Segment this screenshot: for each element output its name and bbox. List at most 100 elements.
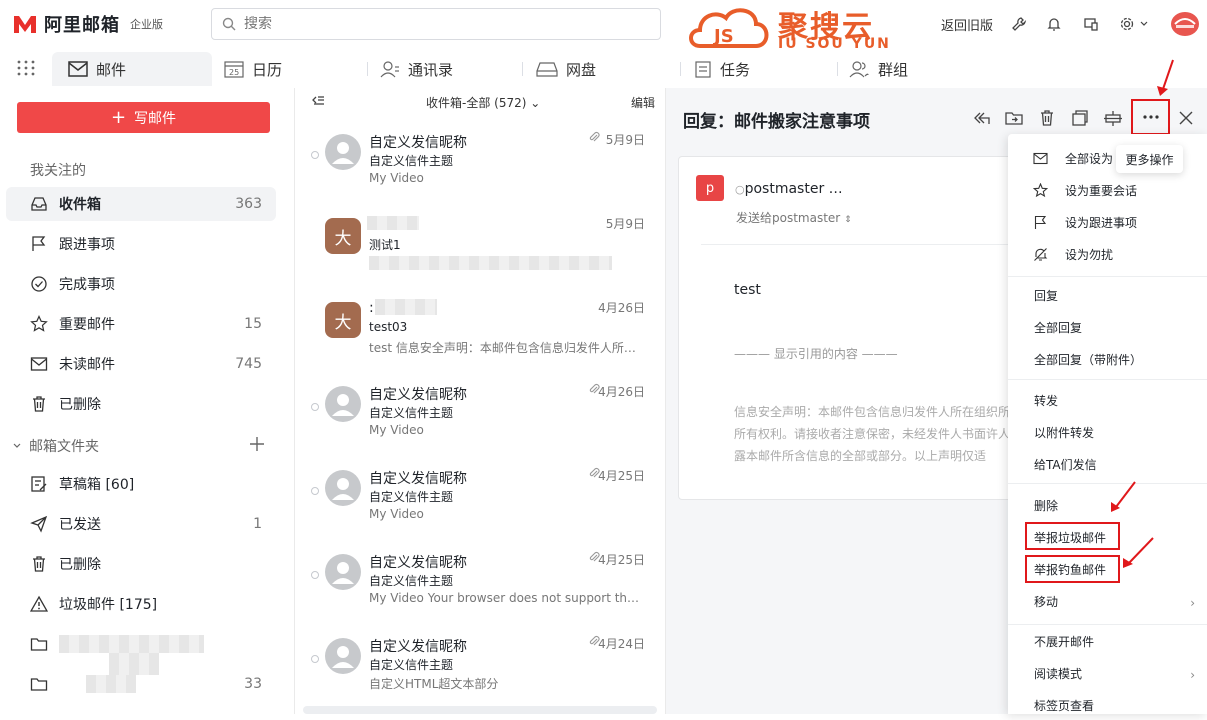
mail-list-item[interactable]: 自定义发信昵称 自定义信件主题 My Video 5月9日 (295, 88, 666, 185)
add-folder-icon[interactable] (249, 436, 265, 452)
sidebar-item-custom-folder[interactable] (6, 627, 276, 675)
compose-button[interactable]: + 写邮件 (17, 102, 270, 133)
tab-contacts[interactable]: 通讯录 (380, 52, 453, 86)
avatar (325, 134, 361, 170)
tab-calendar[interactable]: 25 日历 (224, 52, 282, 86)
wrench-icon[interactable] (1008, 13, 1030, 35)
sidebar-item-inbox[interactable]: 收件箱 363 (6, 187, 276, 221)
menu-item-reply[interactable]: 回复 (1008, 280, 1207, 310)
nav-divider (837, 62, 838, 76)
mail-list: 收件箱-全部 (572) ⌄ 编辑 自定义发信昵称 自定义信件主题 My Vid… (295, 88, 666, 714)
menu-item-reply-all-attach[interactable]: 全部回复（带附件） (1008, 344, 1207, 374)
mail-list-item[interactable]: 自定义发信昵称 自定义信件主题 自定义HTML超文本部分 4月24日 (295, 592, 666, 691)
unread-dot[interactable] (311, 655, 319, 663)
sidebar-item-label: 收件箱 (59, 197, 101, 213)
menu-item-forward[interactable]: 转发 (1008, 385, 1207, 415)
user-avatar[interactable] (1171, 12, 1199, 36)
menu-item-mark-important[interactable]: 设为重要会话 (1008, 175, 1207, 205)
gear-icon (1120, 17, 1134, 31)
sidebar-item-done[interactable]: 完成事项 (6, 267, 276, 301)
delete-icon[interactable] (1037, 108, 1057, 128)
avatar (325, 470, 361, 506)
menu-item-label: 转发 (1034, 393, 1059, 408)
mail-subject: 自定义信件主题 (369, 490, 454, 504)
folder-icon (30, 638, 48, 651)
sidebar-item-unread[interactable]: 未读邮件 745 (6, 347, 276, 381)
mail-list-item[interactable]: 自定义发信昵称 自定义信件主题 My Video 4月25日 (295, 424, 666, 521)
drive-icon (536, 62, 558, 77)
sidebar-item-spam[interactable]: 垃圾邮件 [175] (6, 587, 276, 621)
sidebar-item-label: 未读邮件 (59, 357, 115, 373)
tab-groups[interactable]: 群组 (848, 52, 908, 86)
devices-icon[interactable] (1080, 13, 1102, 35)
old-version-link[interactable]: 返回旧版 (941, 15, 993, 34)
mail-from-label: postmaster … (744, 181, 843, 197)
move-to-folder-icon[interactable] (1004, 108, 1024, 128)
tab-mail[interactable]: 邮件 (52, 52, 212, 86)
tab-drive[interactable]: 网盘 (536, 52, 596, 86)
bell-off-icon (1034, 248, 1048, 261)
chevron-down-icon (13, 443, 21, 448)
search-box[interactable] (211, 8, 661, 40)
mail-sender: 自定义发信昵称 (369, 387, 467, 403)
split-view-icon[interactable] (1103, 108, 1123, 128)
more-actions-button[interactable] (1131, 99, 1170, 135)
menu-item-forward-attach[interactable]: 以附件转发 (1008, 417, 1207, 447)
sidebar-item-deleted[interactable]: 已删除 (6, 387, 276, 421)
menu-item-do-not-disturb[interactable]: 设为勿扰 (1008, 239, 1207, 269)
apps-grid-icon[interactable] (16, 59, 36, 77)
close-icon[interactable] (1176, 108, 1196, 128)
bell-icon[interactable] (1043, 13, 1065, 35)
mail-list-item[interactable]: 大 : test03 test 信息安全声明：本邮件包含信息归发件人所… 4月2… (295, 256, 666, 355)
menu-item-no-expand[interactable]: 不展开邮件 (1008, 626, 1207, 656)
folder-icon (30, 678, 48, 691)
folders-section-header[interactable]: 邮箱文件夹 (12, 436, 282, 456)
menu-item-move[interactable]: 移动 › (1008, 586, 1207, 616)
mail-icon (68, 61, 88, 77)
unread-dot[interactable] (311, 403, 319, 411)
sidebar-item-drafts[interactable]: 草稿箱 [60] (6, 467, 276, 501)
mail-recipients[interactable]: 发送给postmaster ⇕ (736, 209, 852, 226)
mail-subject: 测试1 (369, 238, 401, 252)
menu-item-reply-all[interactable]: 全部回复 (1008, 312, 1207, 342)
sidebar-item-label: 垃圾邮件 [175] (59, 597, 158, 613)
avatar (325, 386, 361, 422)
contacts-icon (380, 61, 399, 78)
mail-subject: 自定义信件主题 (369, 154, 454, 168)
mail-list-item[interactable]: 大 测试1 5月9日 (295, 172, 666, 270)
mail-title: 回复：邮件搬家注意事项 (683, 112, 870, 132)
search-input[interactable] (244, 16, 624, 32)
mail-from[interactable]: ○postmaster … (735, 181, 843, 197)
sidebar-item-starred[interactable]: 重要邮件 15 (6, 307, 276, 341)
sidebar-item-followup[interactable]: 跟进事项 (6, 227, 276, 261)
menu-item-mark-followup[interactable]: 设为跟进事项 (1008, 207, 1207, 237)
tab-tasks[interactable]: 任务 (694, 52, 750, 86)
mail-list-item[interactable]: 自定义发信昵称 自定义信件主题 My Video 4月26日 (295, 340, 666, 437)
svg-text:JS: JS (712, 26, 734, 47)
menu-item-reading-mode[interactable]: 阅读模式 › (1008, 658, 1207, 688)
warning-icon (30, 595, 48, 612)
trash-icon (33, 396, 45, 412)
menu-item-mail-them[interactable]: 给TA们发信 (1008, 449, 1207, 479)
list-scrollbar[interactable] (303, 706, 657, 714)
nav-divider (522, 62, 523, 76)
sidebar-item-trash[interactable]: 已删除 (6, 547, 276, 581)
unread-dot[interactable] (311, 571, 319, 579)
sidebar-item-custom-folder[interactable]: 33 (6, 667, 276, 701)
star-icon (30, 315, 48, 332)
tab-groups-label: 群组 (878, 60, 909, 79)
redacted-text (367, 216, 419, 230)
settings-menu[interactable] (1116, 13, 1152, 35)
unread-dot[interactable] (311, 487, 319, 495)
mail-list-item[interactable]: 自定义发信昵称 自定义信件主题 My Video Your browser do… (295, 508, 666, 605)
sidebar-item-sent[interactable]: 已发送 1 (6, 507, 276, 541)
app-logo[interactable]: 阿里邮箱 企业版 (12, 10, 163, 38)
unread-dot[interactable] (311, 151, 319, 159)
attachment-icon (589, 131, 600, 142)
new-window-icon[interactable] (1070, 108, 1090, 128)
reply-all-icon[interactable] (971, 108, 991, 128)
menu-item-tab-view[interactable]: 标签页查看 (1008, 690, 1207, 720)
show-quoted-toggle[interactable]: ——— 显示引用的内容 ——— (734, 345, 898, 362)
sidebar: + 写邮件 我关注的 收件箱 363 跟进事项 完成事项 重要邮件 15 未读邮… (0, 88, 295, 714)
mail-sender: 自定义发信昵称 (369, 555, 467, 571)
